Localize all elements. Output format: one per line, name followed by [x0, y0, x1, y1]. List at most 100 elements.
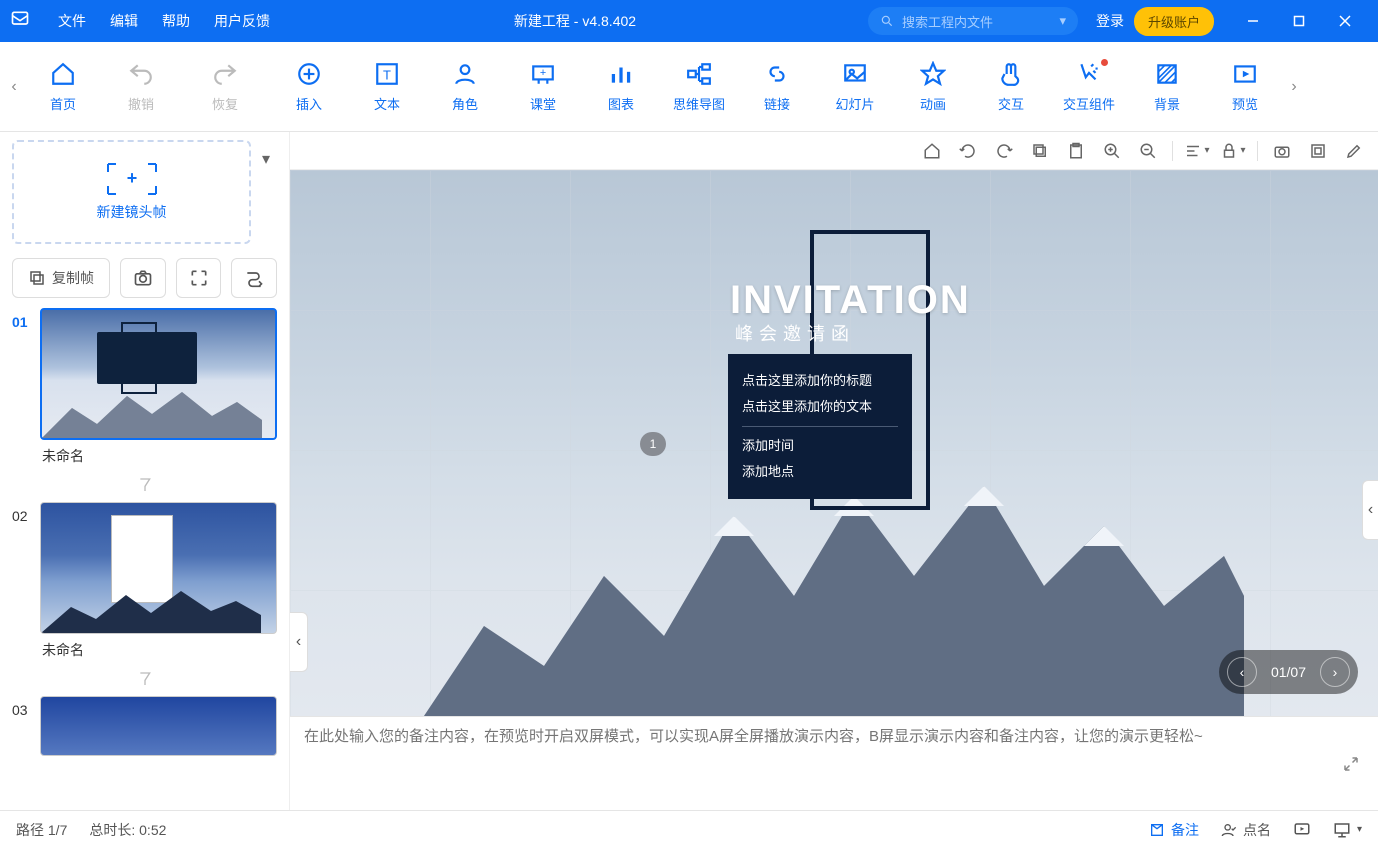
invitation-subtitle[interactable]: 峰会邀请函 — [735, 320, 855, 346]
rotate-right-button[interactable] — [990, 137, 1018, 165]
notes-textarea[interactable] — [304, 725, 1328, 797]
separator — [1172, 141, 1173, 161]
slide-item-1[interactable]: 01 未命名 — [12, 308, 277, 470]
new-lens-frame-button[interactable]: + 新建镜头帧 — [12, 140, 251, 244]
ribbon-mindmap-label: 思维导图 — [673, 94, 725, 113]
window-minimize-button[interactable] — [1230, 0, 1276, 42]
notes-toggle-button[interactable]: 备注 — [1149, 820, 1199, 840]
menu-edit[interactable]: 编辑 — [98, 11, 150, 31]
titlebar: 文件 编辑 帮助 用户反馈 新建工程 - v4.8.402 搜索工程内文件 ▾ … — [0, 0, 1378, 42]
slides-list[interactable]: 01 未命名 02 未命名 — [12, 308, 277, 810]
ribbon-link[interactable]: 链接 — [738, 47, 816, 127]
statusbar: 路径 1/7 总时长: 0:52 备注 点名 ▾ — [0, 810, 1378, 848]
slide-item-2[interactable]: 02 未命名 — [12, 502, 277, 664]
ribbon-redo[interactable]: 恢复 — [186, 47, 264, 127]
svg-text:T: T — [383, 67, 391, 82]
slide-name: 未命名 — [42, 640, 277, 660]
zoom-in-button[interactable] — [1098, 137, 1126, 165]
slide-item-3[interactable]: 03 — [12, 696, 277, 756]
ribbon: ‹ 首页 撤销 恢复 插入 T 文本 角色 + 课堂 图表 思维导图 链接 — [0, 42, 1378, 132]
focus-button[interactable] — [176, 258, 222, 298]
notes-expand-button[interactable] — [1338, 751, 1364, 777]
new-lens-dropdown[interactable]: ▾ — [255, 144, 277, 174]
ribbon-text[interactable]: T 文本 — [348, 47, 426, 127]
ribbon-interact[interactable]: 交互 — [972, 47, 1050, 127]
rotate-left-button[interactable] — [954, 137, 982, 165]
collapse-right-panel[interactable]: ‹ — [1362, 480, 1378, 540]
search-dropdown-icon[interactable]: ▾ — [1059, 13, 1066, 29]
ribbon-undo[interactable]: 撤销 — [102, 47, 180, 127]
window-maximize-button[interactable] — [1276, 0, 1322, 42]
menu-feedback[interactable]: 用户反馈 — [202, 11, 282, 31]
rollcall-button[interactable]: 点名 — [1221, 820, 1271, 840]
collapse-left-panel[interactable]: ‹ — [290, 612, 308, 672]
canvas-area: ▾ ▾ INVITATION 峰会邀请函 点击这里添加你的标题 点 — [290, 132, 1378, 810]
camera-button[interactable] — [120, 258, 166, 298]
app-logo-icon — [10, 9, 34, 33]
card-line-text: 点击这里添加你的文本 — [742, 394, 898, 420]
ribbon-chart[interactable]: 图表 — [582, 47, 660, 127]
pager-next-button[interactable]: › — [1320, 657, 1350, 687]
camera-icon — [133, 268, 153, 288]
frame-button[interactable] — [1304, 137, 1332, 165]
person-icon — [451, 60, 479, 88]
slide-thumbnail[interactable] — [40, 696, 277, 756]
note-icon — [1149, 822, 1165, 838]
status-duration: 总时长: 0:52 — [89, 820, 166, 840]
login-button[interactable]: 登录 — [1096, 11, 1124, 31]
ribbon-preview-label: 预览 — [1232, 94, 1258, 113]
menu-help[interactable]: 帮助 — [150, 11, 202, 31]
invitation-card[interactable]: 点击这里添加你的标题 点击这里添加你的文本 添加时间 添加地点 — [728, 354, 912, 499]
window-close-button[interactable] — [1322, 0, 1368, 42]
align-button[interactable]: ▾ — [1183, 137, 1211, 165]
ribbon-preview[interactable]: 预览 — [1206, 47, 1284, 127]
path-button[interactable] — [231, 258, 277, 298]
pager-prev-button[interactable]: ‹ — [1227, 657, 1257, 687]
play-button[interactable] — [1293, 821, 1311, 839]
ribbon-role-label: 角色 — [452, 94, 478, 113]
slide-thumbnail[interactable] — [40, 308, 277, 440]
ribbon-scroll-left[interactable]: ‹ — [4, 43, 24, 131]
lock-button[interactable]: ▾ — [1219, 137, 1247, 165]
svg-text:+: + — [540, 67, 546, 79]
ribbon-interact-widget[interactable]: 交互组件 — [1050, 47, 1128, 127]
home-view-button[interactable] — [918, 137, 946, 165]
slide-panel: + 新建镜头帧 ▾ 复制帧 01 — [0, 132, 290, 810]
transition-icon[interactable] — [135, 476, 155, 494]
transition-icon[interactable] — [135, 670, 155, 688]
copy-frame-button[interactable]: 复制帧 — [12, 258, 110, 298]
present-button[interactable]: ▾ — [1333, 821, 1362, 839]
canvas-pager: ‹ 01/07 › — [1219, 650, 1358, 694]
ribbon-text-label: 文本 — [374, 94, 400, 113]
ribbon-role[interactable]: 角色 — [426, 47, 504, 127]
edit-button[interactable] — [1340, 137, 1368, 165]
plus-circle-icon — [295, 60, 323, 88]
zoom-out-button[interactable] — [1134, 137, 1162, 165]
card-line-title: 点击这里添加你的标题 — [742, 368, 898, 394]
upgrade-button[interactable]: 升级账户 — [1134, 7, 1214, 36]
paste-button[interactable] — [1062, 137, 1090, 165]
slide-number: 03 — [12, 696, 40, 756]
ribbon-class[interactable]: + 课堂 — [504, 47, 582, 127]
camera-capture-button[interactable] — [1268, 137, 1296, 165]
invitation-title[interactable]: INVITATION — [730, 278, 971, 323]
window-title: 新建工程 - v4.8.402 — [282, 11, 868, 31]
slide-thumbnail[interactable] — [40, 502, 277, 634]
copy-button[interactable] — [1026, 137, 1054, 165]
ribbon-home[interactable]: 首页 — [24, 47, 102, 127]
ribbon-background-label: 背景 — [1154, 94, 1180, 113]
ribbon-slideshow[interactable]: 幻灯片 — [816, 47, 894, 127]
slide-number: 01 — [12, 308, 40, 470]
ribbon-scroll-right[interactable]: › — [1284, 43, 1304, 131]
search-input[interactable]: 搜索工程内文件 ▾ — [868, 7, 1078, 35]
ribbon-background[interactable]: 背景 — [1128, 47, 1206, 127]
hand-icon — [997, 60, 1025, 88]
menu-file[interactable]: 文件 — [46, 11, 98, 31]
text-icon: T — [373, 60, 401, 88]
ribbon-insert[interactable]: 插入 — [270, 47, 348, 127]
step-badge[interactable]: 1 — [640, 432, 666, 456]
play-monitor-icon — [1293, 821, 1311, 839]
ribbon-mindmap[interactable]: 思维导图 — [660, 47, 738, 127]
ribbon-animation[interactable]: 动画 — [894, 47, 972, 127]
canvas-stage[interactable]: INVITATION 峰会邀请函 点击这里添加你的标题 点击这里添加你的文本 添… — [290, 170, 1378, 716]
